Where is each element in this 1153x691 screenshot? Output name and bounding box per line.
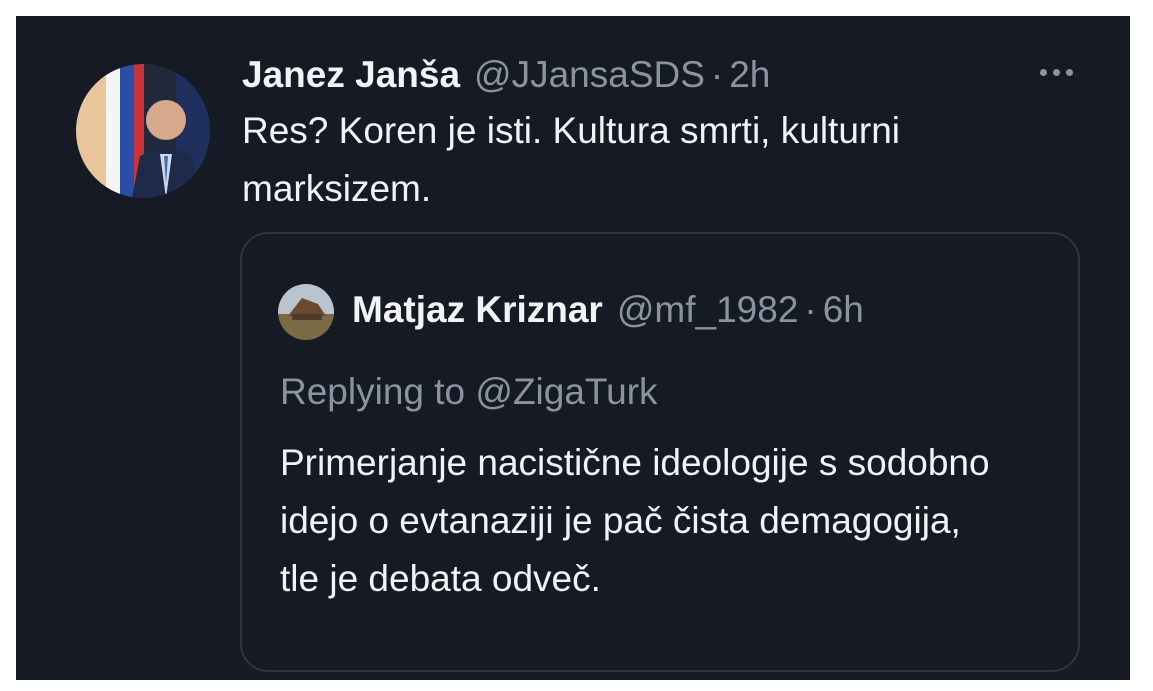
author-name[interactable]: Janez Janša xyxy=(242,46,460,104)
more-options-icon[interactable] xyxy=(1026,52,1086,92)
quoted-header: Matjaz Kriznar @mf_1982 · 6h xyxy=(352,278,864,342)
more-dot xyxy=(1039,68,1047,76)
author-avatar[interactable] xyxy=(76,64,210,198)
tweet-card: Janez Janša @JJansaSDS · 2h Res? Koren j… xyxy=(16,16,1130,680)
quoted-author-avatar[interactable] xyxy=(278,284,334,340)
quoted-author-name[interactable]: Matjaz Kriznar xyxy=(352,278,603,342)
replying-to[interactable]: Replying to @ZigaTurk xyxy=(280,364,658,420)
quoted-tweet[interactable]: Matjaz Kriznar @mf_1982 · 6h Replying to… xyxy=(240,232,1080,672)
tweet-timestamp[interactable]: 2h xyxy=(729,46,770,104)
quoted-separator: · xyxy=(804,289,817,330)
tweet-text: Res? Koren je isti. Kultura smrti, kultu… xyxy=(242,110,901,209)
quoted-tweet-text: Primerjanje nacistične ideologije s sodo… xyxy=(280,442,990,599)
quoted-timestamp[interactable]: 6h xyxy=(823,278,864,342)
author-handle[interactable]: @JJansaSDS xyxy=(474,46,705,104)
more-dot xyxy=(1052,68,1060,76)
more-dot xyxy=(1065,68,1073,76)
quoted-author-handle[interactable]: @mf_1982 xyxy=(617,278,799,342)
tweet-header: Janez Janša @JJansaSDS · 2h xyxy=(242,46,770,104)
header-separator: · xyxy=(710,54,724,95)
